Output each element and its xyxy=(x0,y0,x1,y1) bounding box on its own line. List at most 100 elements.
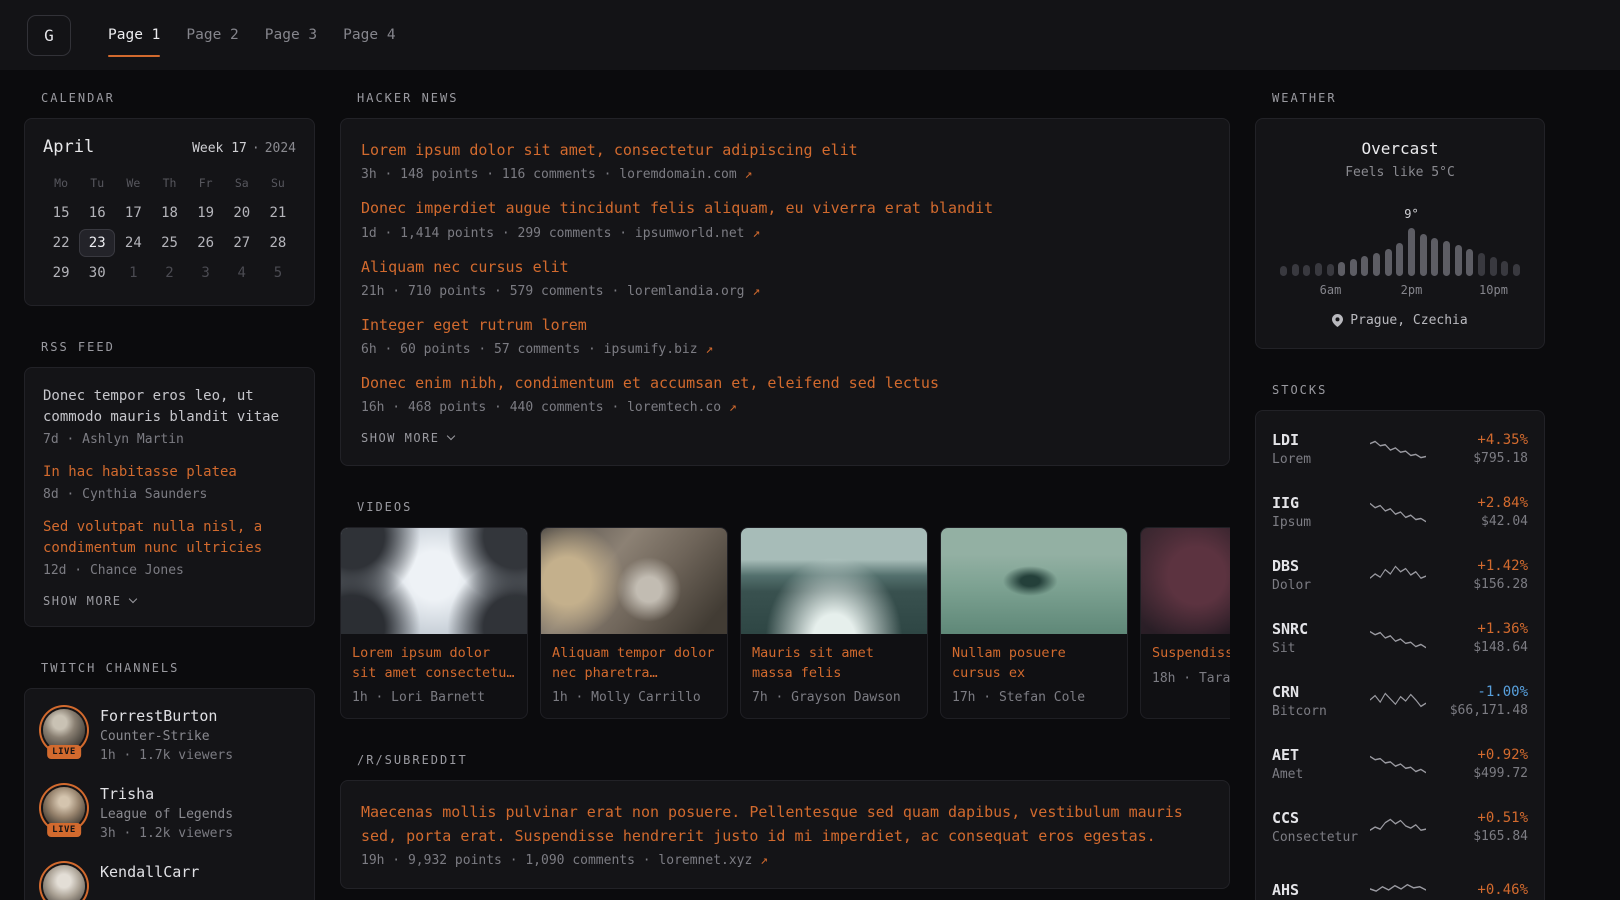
stock-symbol-block: IIGIpsum xyxy=(1272,494,1360,530)
video-title[interactable]: Mauris sit amet massa felis xyxy=(741,634,927,683)
subreddit-title[interactable]: Maecenas mollis pulvinar erat non posuer… xyxy=(361,801,1209,848)
middle-column: HACKER NEWS Lorem ipsum dolor sit amet, … xyxy=(340,91,1230,889)
tab-page-4[interactable]: Page 4 xyxy=(330,0,408,70)
calendar-day[interactable]: 30 xyxy=(79,259,115,287)
video-thumbnail[interactable] xyxy=(741,528,927,634)
twitch-channels-widget: LIVEForrestBurtonCounter-Strike1h · 1.7k… xyxy=(24,688,315,900)
calendar-day[interactable]: 27 xyxy=(224,229,260,257)
calendar-day[interactable]: 2 xyxy=(151,259,187,287)
video-thumbnail[interactable] xyxy=(541,528,727,634)
video-card[interactable]: Aliquam tempor dolor nec pharetra…1h · M… xyxy=(540,527,728,719)
chevron-down-icon xyxy=(128,595,136,603)
stock-row[interactable]: AETAmet+0.92%$499.72 xyxy=(1272,732,1528,795)
calendar-day[interactable]: 3 xyxy=(188,259,224,287)
weather-bar xyxy=(1478,253,1485,276)
hn-title[interactable]: Integer eget rutrum lorem xyxy=(361,314,1209,337)
twitch-channel[interactable]: LIVETrishaLeague of Legends3h · 1.2k vie… xyxy=(43,785,296,841)
calendar-day[interactable]: 5 xyxy=(260,259,296,287)
tab-page-3[interactable]: Page 3 xyxy=(252,0,330,70)
calendar-day[interactable]: 19 xyxy=(188,199,224,227)
channel-name[interactable]: KendallCarr xyxy=(100,863,199,881)
weather-bar xyxy=(1327,264,1334,276)
calendar-day[interactable]: 29 xyxy=(43,259,79,287)
stock-name: Bitcorn xyxy=(1272,704,1360,719)
stock-change: +2.84% xyxy=(1436,495,1528,511)
calendar-day[interactable]: 20 xyxy=(224,199,260,227)
hn-show-more-button[interactable]: SHOW MORE xyxy=(361,431,1209,445)
stock-row[interactable]: CCSConsectetur+0.51%$165.84 xyxy=(1272,795,1528,858)
stock-ticker: SNRC xyxy=(1272,620,1360,638)
rss-item-title[interactable]: Donec tempor eros leo, ut commodo mauris… xyxy=(43,386,296,428)
stock-change: +1.36% xyxy=(1436,621,1528,637)
channel-name[interactable]: Trisha xyxy=(100,785,233,803)
video-thumbnail[interactable] xyxy=(341,528,527,634)
hn-title[interactable]: Donec enim nibh, condimentum et accumsan… xyxy=(361,372,1209,395)
calendar-day[interactable]: 1 xyxy=(115,259,151,287)
video-card[interactable]: Lorem ipsum dolor sit amet consectetu…1h… xyxy=(340,527,528,719)
channel-name[interactable]: ForrestBurton xyxy=(100,707,233,725)
rss-show-more-button[interactable]: SHOW MORE xyxy=(43,594,296,608)
rss-feed-widget: Donec tempor eros leo, ut commodo mauris… xyxy=(24,367,315,627)
calendar-day[interactable]: 26 xyxy=(188,229,224,257)
hn-title[interactable]: Lorem ipsum dolor sit amet, consectetur … xyxy=(361,139,1209,162)
calendar-header: April Week 17·2024 xyxy=(43,137,296,157)
calendar-day[interactable]: 17 xyxy=(115,199,151,227)
subreddit-item: Maecenas mollis pulvinar erat non posuer… xyxy=(361,801,1209,868)
video-title[interactable]: Suspendisse diam xyxy=(1141,634,1230,664)
weather-bar xyxy=(1455,245,1462,276)
video-thumbnail[interactable] xyxy=(941,528,1127,634)
rss-item: Donec tempor eros leo, ut commodo mauris… xyxy=(43,386,296,447)
calendar-day[interactable]: 18 xyxy=(151,199,187,227)
avatar-image xyxy=(43,865,85,900)
calendar-widget: April Week 17·2024 MoTuWeThFrSaSu1516171… xyxy=(24,118,315,306)
rss-item-title[interactable]: Sed volutpat nulla nisl, a condimentum n… xyxy=(43,517,296,559)
stock-row[interactable]: CRNBitcorn-1.00%$66,171.48 xyxy=(1272,669,1528,732)
channel-game: Counter-Strike xyxy=(100,729,233,744)
stock-symbol-block: SNRCSit xyxy=(1272,620,1360,656)
tab-page-1[interactable]: Page 1 xyxy=(95,0,173,70)
calendar-day[interactable]: 4 xyxy=(224,259,260,287)
video-card[interactable]: Suspendisse diam18h · Tara xyxy=(1140,527,1230,719)
video-card[interactable]: Mauris sit amet massa felis7h · Grayson … xyxy=(740,527,928,719)
stock-row[interactable]: LDILorem+4.35%$795.18 xyxy=(1272,417,1528,480)
avatar: LIVE xyxy=(43,787,85,829)
video-meta: 17h · Stefan Cole xyxy=(941,683,1127,718)
stock-name: Dolor xyxy=(1272,578,1360,593)
video-title[interactable]: Aliquam tempor dolor nec pharetra… xyxy=(541,634,727,683)
weather-bar xyxy=(1490,257,1497,276)
calendar-day[interactable]: 16 xyxy=(79,199,115,227)
calendar-day[interactable]: 15 xyxy=(43,199,79,227)
video-title[interactable]: Lorem ipsum dolor sit amet consectetu… xyxy=(341,634,527,683)
calendar-day[interactable]: 24 xyxy=(115,229,151,257)
video-meta: 1h · Molly Carrillo xyxy=(541,683,727,718)
stock-value-block: -1.00%$66,171.48 xyxy=(1436,684,1528,718)
twitch-channel[interactable]: LIVEForrestBurtonCounter-Strike1h · 1.7k… xyxy=(43,707,296,763)
video-thumbnail[interactable] xyxy=(1141,528,1230,634)
calendar-day[interactable]: 25 xyxy=(151,229,187,257)
twitch-channel[interactable]: KendallCarr xyxy=(43,863,296,900)
hn-title[interactable]: Donec imperdiet augue tincidunt felis al… xyxy=(361,197,1209,220)
stock-row[interactable]: DBSDolor+1.42%$156.28 xyxy=(1272,543,1528,606)
video-card[interactable]: Nullam posuere cursus ex17h · Stefan Col… xyxy=(940,527,1128,719)
calendar-day[interactable]: 22 xyxy=(43,229,79,257)
stock-row[interactable]: IIGIpsum+2.84%$42.04 xyxy=(1272,480,1528,543)
separator-dot: · xyxy=(247,141,265,156)
weather-bar xyxy=(1513,264,1520,276)
tab-page-2[interactable]: Page 2 xyxy=(173,0,251,70)
hn-item: Lorem ipsum dolor sit amet, consectetur … xyxy=(361,139,1209,182)
rss-item: Sed volutpat nulla nisl, a condimentum n… xyxy=(43,517,296,578)
rss-item-title[interactable]: In hac habitasse platea xyxy=(43,462,296,483)
app-logo[interactable]: G xyxy=(27,15,71,56)
stock-price: $148.64 xyxy=(1436,640,1528,655)
calendar-day[interactable]: 21 xyxy=(260,199,296,227)
stock-row[interactable]: SNRCSit +1.36% $148.64 xyxy=(1272,606,1528,669)
calendar-day[interactable]: 28 xyxy=(260,229,296,257)
calendar-day-selected[interactable]: 23 xyxy=(79,229,115,257)
hn-title[interactable]: Aliquam nec cursus elit xyxy=(361,256,1209,279)
stock-ticker: LDI xyxy=(1272,431,1360,449)
hn-item: Donec imperdiet augue tincidunt felis al… xyxy=(361,197,1209,240)
video-title[interactable]: Nullam posuere cursus ex xyxy=(941,634,1127,683)
stock-symbol-block: LDILorem xyxy=(1272,431,1360,467)
live-badge: LIVE xyxy=(47,745,81,759)
stock-row[interactable]: AHS+0.46% xyxy=(1272,858,1528,900)
